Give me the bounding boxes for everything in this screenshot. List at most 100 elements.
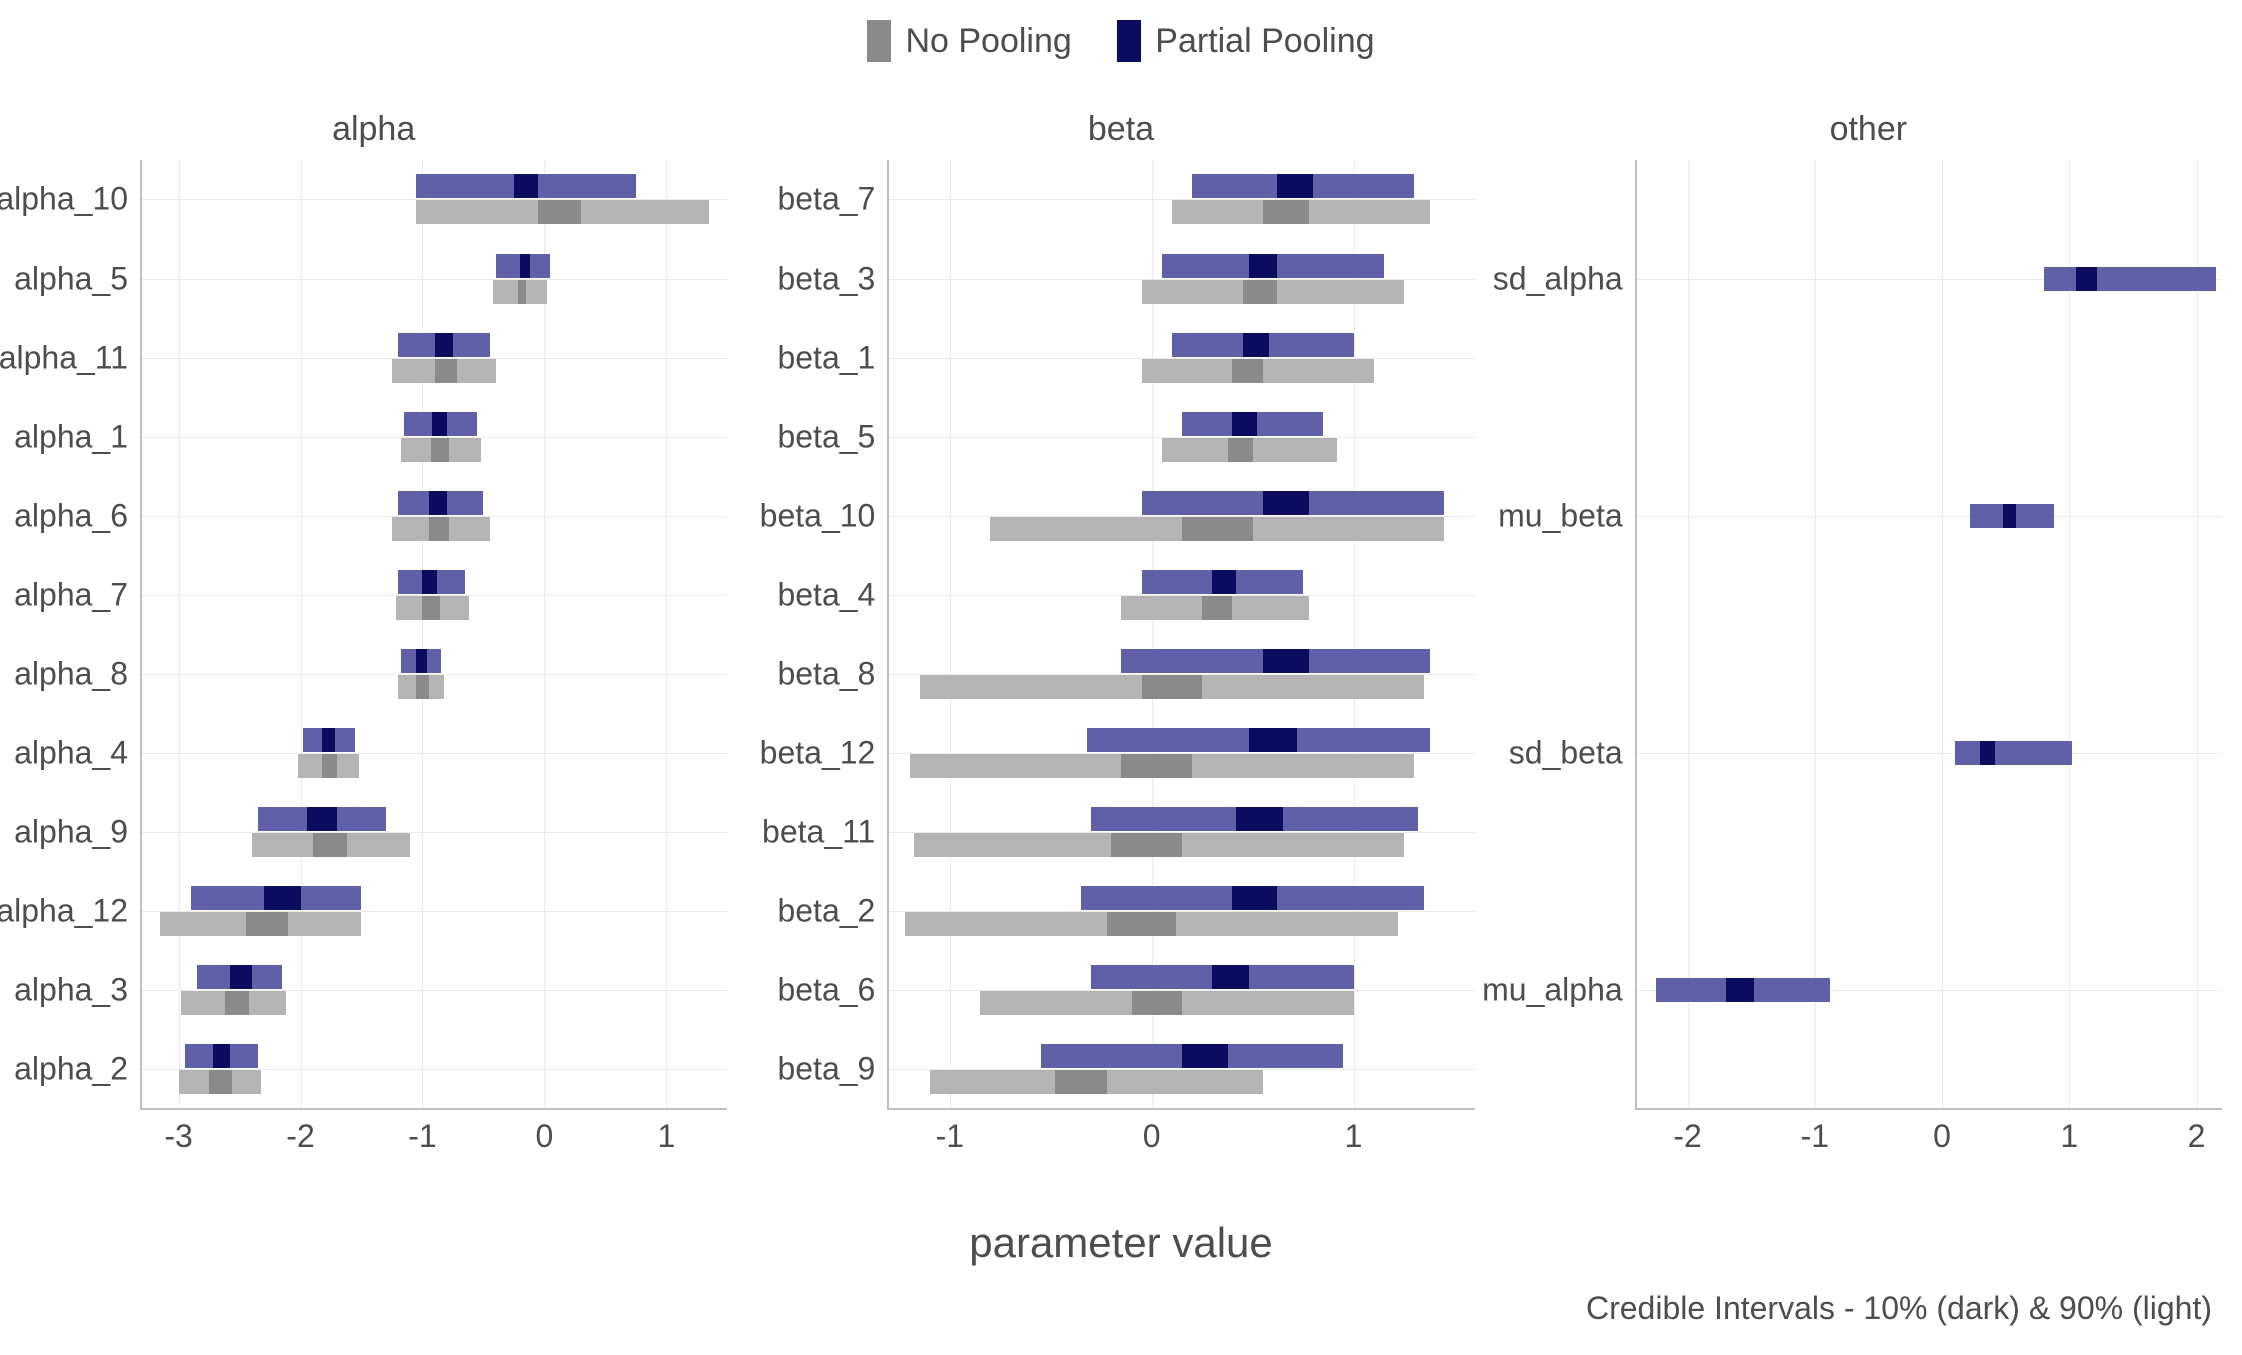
ci10-bar (416, 675, 428, 699)
ci10-bar (322, 728, 334, 752)
ci10-bar (264, 886, 301, 910)
parameter-label: sd_alpha (1493, 260, 1623, 297)
grid-line (422, 160, 423, 1108)
x-tick-label: 1 (2060, 1118, 2078, 1155)
legend-item-partial-pooling: Partial Pooling (1117, 20, 1374, 62)
grid-line (179, 160, 180, 1108)
grid-line (1942, 160, 1943, 1108)
ci10-bar (1243, 280, 1277, 304)
panel-title: alpha (0, 110, 747, 149)
ci10-bar (307, 807, 337, 831)
ci10-bar (313, 833, 347, 857)
ci10-bar (322, 754, 337, 778)
x-tick-label: 0 (536, 1118, 554, 1155)
ci10-bar (1263, 200, 1309, 224)
ci10-bar (1142, 675, 1203, 699)
parameter-label: beta_5 (777, 418, 875, 455)
grid-line (2197, 160, 2198, 1108)
ci10-bar (416, 649, 427, 673)
ci10-bar (422, 570, 437, 594)
ci10-bar (2076, 267, 2098, 291)
x-tick-label: 1 (657, 1118, 675, 1155)
legend-item-no-pooling: No Pooling (867, 20, 1071, 62)
ci10-bar (1249, 728, 1297, 752)
ci10-bar (1232, 359, 1262, 383)
ci10-bar (1182, 517, 1253, 541)
ci10-bar (1263, 491, 1309, 515)
ci10-bar (422, 596, 439, 620)
parameter-label: beta_12 (760, 734, 876, 771)
parameter-label: alpha_8 (14, 655, 128, 692)
panel-other: other-2-1012sd_alphamu_betasd_betamu_alp… (1495, 110, 2242, 1170)
parameter-label: alpha_5 (14, 260, 128, 297)
ci10-bar (1212, 965, 1248, 989)
x-tick-label: 0 (1933, 1118, 1951, 1155)
panel-beta: beta -101beta_7beta_3beta_1beta_5beta_10b… (747, 110, 1494, 1170)
parameter-label: beta_10 (760, 497, 876, 534)
parameter-label: alpha_11 (0, 339, 128, 376)
ci10-bar (246, 912, 289, 936)
legend-label-partial-pooling: Partial Pooling (1155, 22, 1374, 61)
parameter-label: alpha_9 (14, 813, 128, 850)
parameter-label: alpha_10 (0, 181, 128, 218)
x-tick-label: -1 (408, 1118, 436, 1155)
ci10-bar (1055, 1070, 1107, 1094)
ci10-bar (431, 438, 449, 462)
ci10-bar (1232, 886, 1276, 910)
ci10-bar (435, 359, 457, 383)
parameter-label: beta_8 (777, 655, 875, 692)
grid-line (142, 279, 727, 280)
ci10-bar (1277, 174, 1313, 198)
panel-title: beta (747, 110, 1494, 149)
ci10-bar (1121, 754, 1192, 778)
ci10-bar (1228, 438, 1252, 462)
ci10-bar (432, 412, 447, 436)
ci10-bar (1107, 912, 1176, 936)
parameter-label: alpha_3 (14, 971, 128, 1008)
ci10-bar (1111, 833, 1182, 857)
x-tick-label: -1 (936, 1118, 964, 1155)
ci90-bar (2044, 267, 2216, 291)
parameter-label: beta_3 (777, 260, 875, 297)
ci10-bar (1249, 254, 1277, 278)
grid-line (1637, 516, 2222, 517)
ci10-bar (225, 991, 249, 1015)
ci10-bar (435, 333, 453, 357)
ci10-bar (230, 965, 252, 989)
ci10-bar (1212, 570, 1236, 594)
ci10-bar (429, 517, 450, 541)
grid-line (1815, 160, 1816, 1108)
parameter-label: beta_4 (777, 576, 875, 613)
x-tick-label: 1 (1345, 1118, 1363, 1155)
ci10-bar (518, 280, 527, 304)
grid-line (666, 160, 667, 1108)
parameter-label: beta_9 (777, 1050, 875, 1087)
parameter-label: sd_beta (1509, 734, 1623, 771)
ci10-bar (213, 1044, 230, 1068)
x-tick-label: 0 (1143, 1118, 1161, 1155)
grid-line (142, 753, 727, 754)
parameter-label: mu_alpha (1482, 971, 1623, 1008)
panel-alpha: alpha-3-2-101alpha_10alpha_5alpha_11alph… (0, 110, 747, 1170)
ci90-bar (1955, 741, 2072, 765)
ci10-bar (1182, 1044, 1228, 1068)
ci10-bar (429, 491, 447, 515)
ci10-bar (1263, 649, 1309, 673)
parameter-label: alpha_1 (14, 418, 128, 455)
parameter-label: beta_1 (777, 339, 875, 376)
parameter-label: mu_beta (1498, 497, 1623, 534)
ci10-bar (520, 254, 530, 278)
parameter-label: beta_6 (777, 971, 875, 1008)
x-axis-label: parameter value (0, 1219, 2242, 1267)
ci10-bar (514, 174, 538, 198)
parameter-label: alpha_12 (0, 892, 128, 929)
ci10-bar (1232, 412, 1256, 436)
ci10-bar (1202, 596, 1232, 620)
grid-line (1688, 160, 1689, 1108)
grid-line (2069, 160, 2070, 1108)
plot-area: -101beta_7beta_3beta_1beta_5beta_10beta_… (887, 160, 1474, 1110)
grid-line (1637, 753, 2222, 754)
ci10-bar (209, 1070, 232, 1094)
ci10-bar (1236, 807, 1282, 831)
caption: Credible Intervals - 10% (dark) & 90% (l… (1586, 1290, 2212, 1327)
